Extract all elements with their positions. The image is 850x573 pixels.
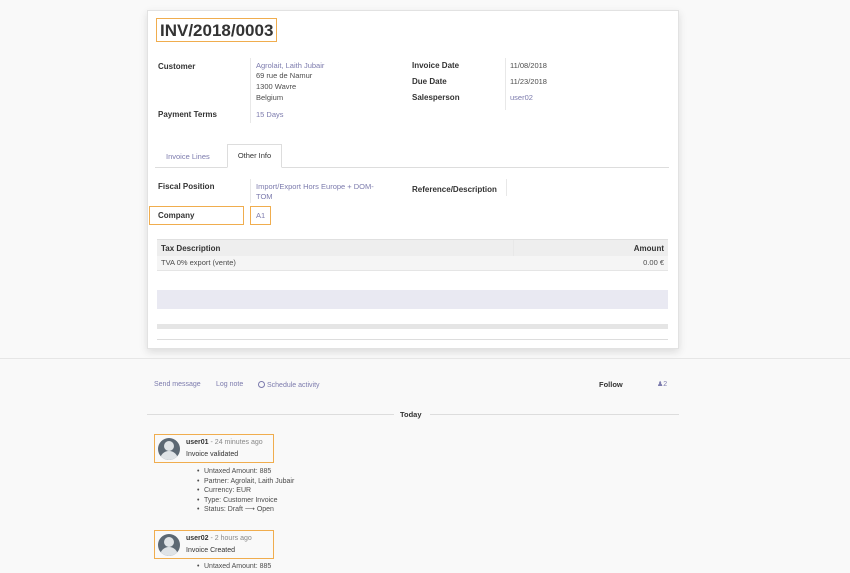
message-time: - 24 minutes ago: [208, 439, 263, 446]
due-date-value[interactable]: 11/23/2018: [510, 77, 547, 87]
schedule-activity-button[interactable]: Schedule activity: [258, 381, 320, 389]
column-divider: [513, 240, 514, 256]
tax-description-cell: TVA 0% export (vente): [161, 258, 236, 267]
follow-button[interactable]: Follow: [599, 380, 623, 389]
chatter-message: user02 - 2 hours ago Invoice Created: [154, 530, 274, 559]
message-header: user02 - 2 hours ago: [186, 535, 252, 542]
message-body: Invoice validated: [186, 451, 239, 458]
invoice-form-sheet: INV/2018/0003 Customer Agrolait, Laith J…: [147, 10, 679, 349]
salesperson-label: Salesperson: [412, 93, 460, 102]
message-author[interactable]: user01: [186, 439, 209, 446]
company-label: Company: [158, 211, 195, 220]
tab-invoice-lines[interactable]: Invoice Lines: [166, 152, 210, 161]
field-divider: [250, 179, 251, 203]
customer-address-line3: Belgium: [256, 93, 284, 102]
invoice-date-value[interactable]: 11/08/2018: [510, 61, 547, 71]
tax-table-row[interactable]: TVA 0% export (vente) 0.00 €: [157, 256, 668, 271]
payment-terms-link[interactable]: 15 Days: [256, 110, 284, 120]
list-item: Type: Customer Invoice: [197, 496, 294, 506]
date-separator: Today: [400, 410, 422, 419]
followers-button[interactable]: ♟2: [657, 380, 667, 388]
date-separator-line-left: [147, 414, 394, 415]
tracking-list: Untaxed Amount: 885 Partner: Agrolait, L…: [197, 467, 294, 515]
footer-band: [157, 324, 668, 329]
tracking-list: Untaxed Amount: 885: [197, 562, 271, 572]
invoice-date-label: Invoice Date: [412, 61, 460, 70]
field-divider: [506, 179, 507, 196]
fiscal-position-link-cont[interactable]: TOM: [256, 192, 273, 202]
clock-icon: [258, 381, 265, 388]
payment-terms-label: Payment Terms: [158, 110, 217, 119]
customer-link[interactable]: Agrolait, Laith Jubair: [256, 61, 324, 71]
date-separator-line-right: [430, 414, 679, 415]
reference-label: Reference/Description: [412, 185, 497, 194]
message-header: user01 - 24 minutes ago: [186, 439, 263, 446]
tax-table-header: Tax Description Amount: [157, 239, 668, 256]
list-item: Partner: Agrolait, Laith Jubair: [197, 477, 294, 487]
totals-band: [157, 290, 668, 309]
tax-amount-header[interactable]: Amount: [634, 244, 664, 253]
tax-description-header[interactable]: Tax Description: [161, 244, 220, 253]
list-item: Currency: EUR: [197, 486, 294, 496]
avatar[interactable]: [158, 438, 180, 460]
list-item: Untaxed Amount: 885: [197, 467, 294, 477]
tab-other-info[interactable]: Other Info: [227, 144, 282, 168]
list-item: Status: Draft ⟶ Open: [197, 505, 294, 515]
customer-label: Customer: [158, 62, 196, 71]
invoice-number-title: INV/2018/0003: [156, 18, 278, 42]
due-date-label: Due Date: [412, 77, 447, 86]
log-note-button[interactable]: Log note: [216, 381, 243, 388]
field-divider: [505, 58, 506, 110]
list-item: Untaxed Amount: 885: [197, 562, 271, 572]
field-divider: [250, 58, 251, 113]
avatar[interactable]: [158, 534, 180, 556]
send-message-button[interactable]: Send message: [154, 381, 201, 388]
company-link[interactable]: A1: [256, 211, 265, 221]
tax-amount-cell: 0.00 €: [643, 258, 664, 267]
chatter-message: user01 - 24 minutes ago Invoice validate…: [154, 434, 274, 463]
footer-divider: [157, 339, 668, 340]
customer-address-line2: 1300 Wavre: [256, 82, 297, 91]
field-divider: [250, 106, 251, 123]
salesperson-link[interactable]: user02: [510, 93, 533, 103]
message-author[interactable]: user02: [186, 535, 209, 542]
fiscal-position-link[interactable]: Import/Export Hors Europe + DOM-: [256, 182, 374, 192]
schedule-activity-label: Schedule activity: [267, 382, 320, 389]
fiscal-position-label: Fiscal Position: [158, 182, 215, 191]
customer-address-line1: 69 rue de Namur: [256, 71, 313, 80]
message-time: - 2 hours ago: [208, 535, 252, 542]
message-body: Invoice Created: [186, 547, 236, 554]
chatter-divider: [0, 358, 850, 359]
followers-count: 2: [663, 381, 668, 388]
